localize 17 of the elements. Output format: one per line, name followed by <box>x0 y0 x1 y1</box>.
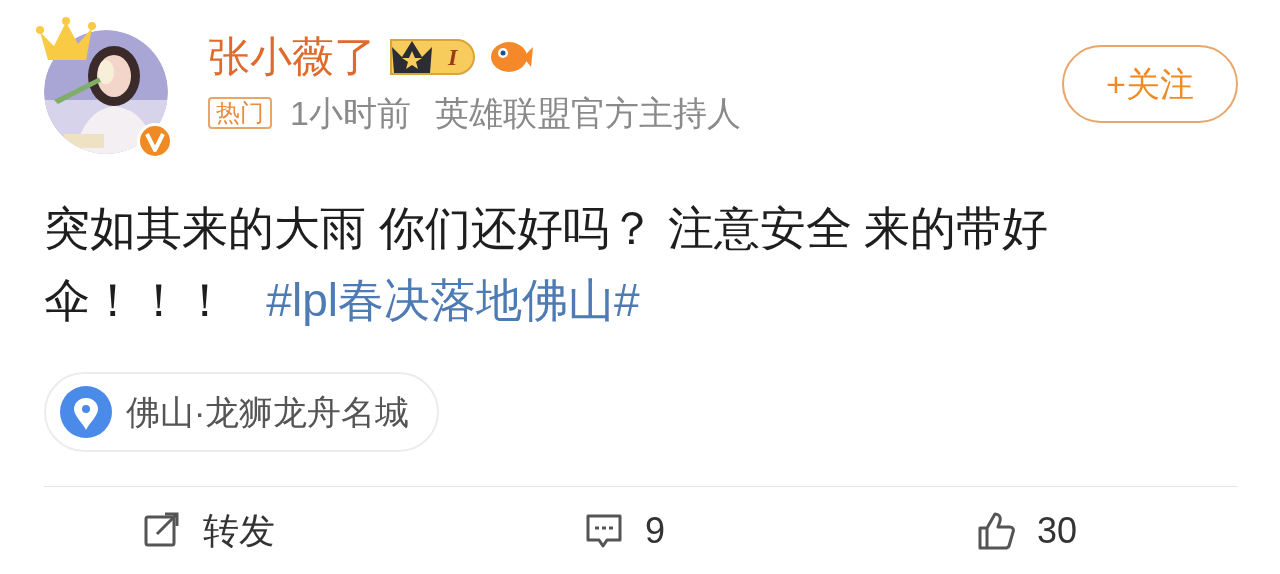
repost-button[interactable]: 转发 <box>143 504 275 558</box>
like-button[interactable]: 30 <box>977 504 1078 558</box>
user-description: 英雄联盟官方主持人 <box>434 96 741 130</box>
location-tag[interactable]: 佛山·龙狮龙舟名城 <box>44 372 440 452</box>
post-time: 1小时前 <box>290 96 411 130</box>
share-icon <box>143 512 181 550</box>
comment-icon <box>585 512 623 550</box>
thumbs-up-icon <box>977 512 1016 550</box>
post-text: 突如其来的大雨 你们还好吗？ 注意安全 来的带好伞！！！ #lpl春决落地佛山# <box>44 201 1050 328</box>
location-label: 佛山·龙狮龙舟名城 <box>126 391 410 433</box>
fish-icon <box>489 39 534 75</box>
hot-tag: 热门 <box>208 97 272 129</box>
crown-icon <box>36 16 96 62</box>
level-label: I <box>448 43 458 72</box>
location-pin-icon <box>60 386 112 438</box>
comment-button[interactable]: 9 <box>585 504 666 558</box>
hashtag-link[interactable]: #lpl春决落地佛山# <box>266 274 640 326</box>
